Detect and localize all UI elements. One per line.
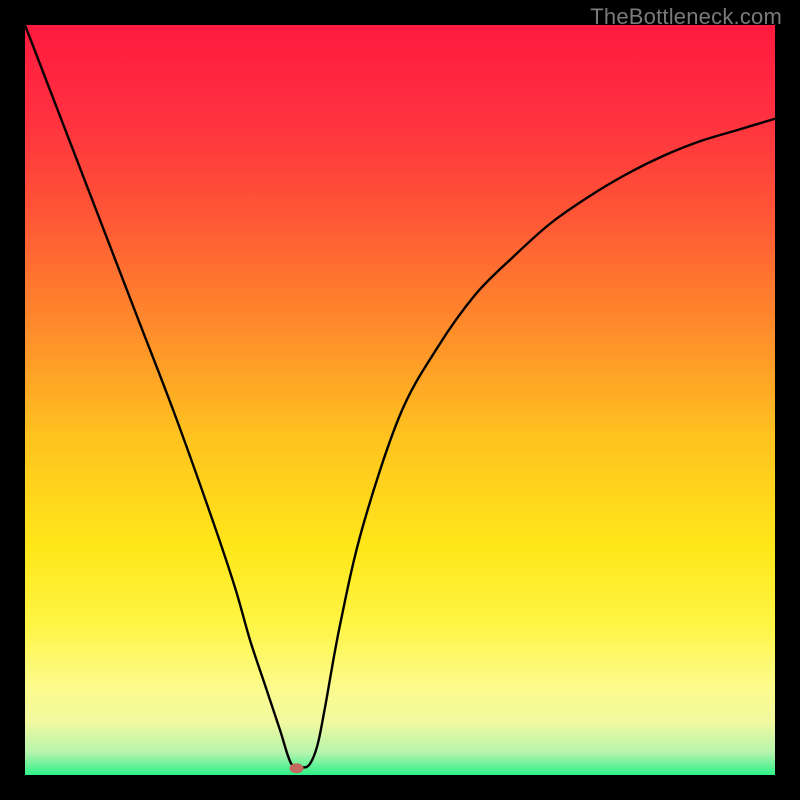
chart-svg bbox=[25, 25, 775, 775]
chart-container: TheBottleneck.com bbox=[0, 0, 800, 800]
gradient-background bbox=[25, 25, 775, 775]
plot-area bbox=[25, 25, 775, 775]
minimum-marker bbox=[290, 763, 304, 773]
watermark-text: TheBottleneck.com bbox=[590, 4, 782, 30]
